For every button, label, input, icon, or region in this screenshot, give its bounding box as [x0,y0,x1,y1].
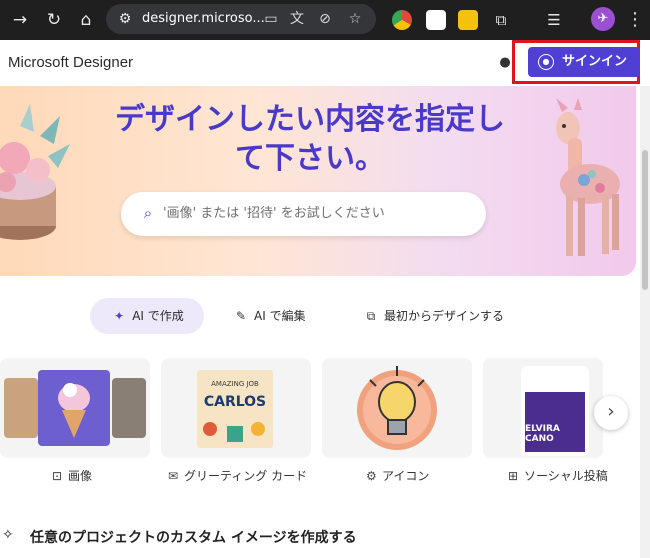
hero-headline-line1: デザインしたい内容を指定し [115,102,505,137]
site-settings-icon[interactable]: ⚙ [116,10,134,28]
puzzle-icon[interactable]: ⧉ [489,8,513,32]
menu-icon[interactable]: ⋮ [626,8,644,32]
extension-icon[interactable] [458,10,478,30]
app-brand: Microsoft Designer [8,54,134,71]
social-post-name-line1: ELVIRA [525,424,560,434]
star-icon[interactable]: ☆ [346,10,364,28]
image-icon: ⊡ [52,469,63,483]
card-label-text: アイコン [382,469,430,483]
card-label-text: グリーティング カード [184,469,308,483]
hero-headline: デザインしたい内容を指定し て下さい。 [100,100,520,178]
home-icon[interactable]: ⌂ [74,8,98,32]
search-icon: ⌕ [143,204,153,222]
section-subtitle: 任意のプロジェクトのカスタム イメージを作成する [30,530,357,546]
card-image[interactable] [0,358,150,458]
translate-icon[interactable]: 文 [288,10,306,28]
carousel-next-button[interactable]: › [594,396,628,430]
tab-ai-create[interactable]: ✦ AI で作成 [90,298,204,334]
card-label-text: ソーシャル投稿 [524,469,608,483]
search-placeholder[interactable]: '画像' または '招待' をお試しください [163,192,385,236]
user-icon: ● [538,54,554,70]
design-icon: ⧉ [366,309,376,323]
card-image-label[interactable]: ⊡ 画像 [52,468,92,484]
reload-icon[interactable]: ↻ [42,8,66,32]
tab-label: AI で編集 [254,309,306,323]
icon-icon: ⚙ [366,469,377,483]
cast-icon[interactable]: ▭ [262,10,280,28]
card-greeting-label[interactable]: ✉ グリーティング カード [168,468,307,484]
prompt-search-box[interactable]: ⌕ '画像' または '招待' をお試しください [121,192,486,236]
address-bar[interactable]: ⚙ designer.microso... ▭ 文 ⊘ ☆ [106,4,376,34]
tab-design-from-scratch[interactable]: ⧉ 最初からデザインする [362,298,504,334]
tab-label: 最初からデザインする [384,309,505,323]
card-greeting[interactable]: AMAZING JOB CARLOS [161,358,311,458]
sparkle-icon: ✦ [114,309,125,323]
chevron-right-icon: › [607,401,615,422]
decor-square [227,426,243,442]
forward-icon[interactable]: → [8,8,32,32]
browser-toolbar: → ↻ ⌂ ⚙ designer.microso... ▭ 文 ⊘ ☆ ⧉ ☰ … [0,0,650,40]
card-social-label[interactable]: ⊞ ソーシャル投稿 [508,468,608,484]
cake-illustration [0,104,70,240]
card-label-text: 画像 [68,469,93,483]
card-icon[interactable] [322,358,472,458]
greeting-card-art: AMAZING JOB CARLOS [197,370,273,448]
hero-headline-line2: て下さい。 [235,141,385,176]
extension-icon[interactable] [392,10,412,30]
signin-label: サインイン [562,54,628,69]
social-post-art: ELVIRA CANO [521,366,589,456]
decor-dot [203,422,217,436]
tab-ai-edit[interactable]: ✎ AI で編集 [232,298,306,334]
sparkle-image-icon: ✧ [2,527,14,543]
social-post-name: ELVIRA CANO [525,424,585,444]
extension-icon[interactable] [426,10,446,30]
reading-list-icon[interactable]: ☰ [542,8,566,32]
magic-pen-icon: ✎ [235,309,247,323]
greeting-card-line2: CARLOS [203,394,267,410]
card-icon-label[interactable]: ⚙ アイコン [366,468,429,484]
address-bar-url[interactable]: designer.microso... [142,4,265,34]
signin-button[interactable]: ● サインイン [528,47,640,77]
mail-icon: ✉ [168,469,179,483]
image-card-thumbnail [4,370,146,446]
eye-slash-icon[interactable]: ⊘ [316,10,334,28]
scrollbar-thumb[interactable] [642,150,648,290]
social-icon: ⊞ [508,469,519,483]
tab-label: AI で作成 [132,309,184,323]
lightbulb-illustration [357,366,437,450]
greeting-card-line1: AMAZING JOB [211,380,259,388]
deer-illustration [556,98,620,256]
decor-dot [251,422,265,436]
social-post-name-line2: CANO [525,434,554,444]
card-social[interactable]: ELVIRA CANO [483,358,603,458]
avatar[interactable]: ✈ [591,7,615,31]
